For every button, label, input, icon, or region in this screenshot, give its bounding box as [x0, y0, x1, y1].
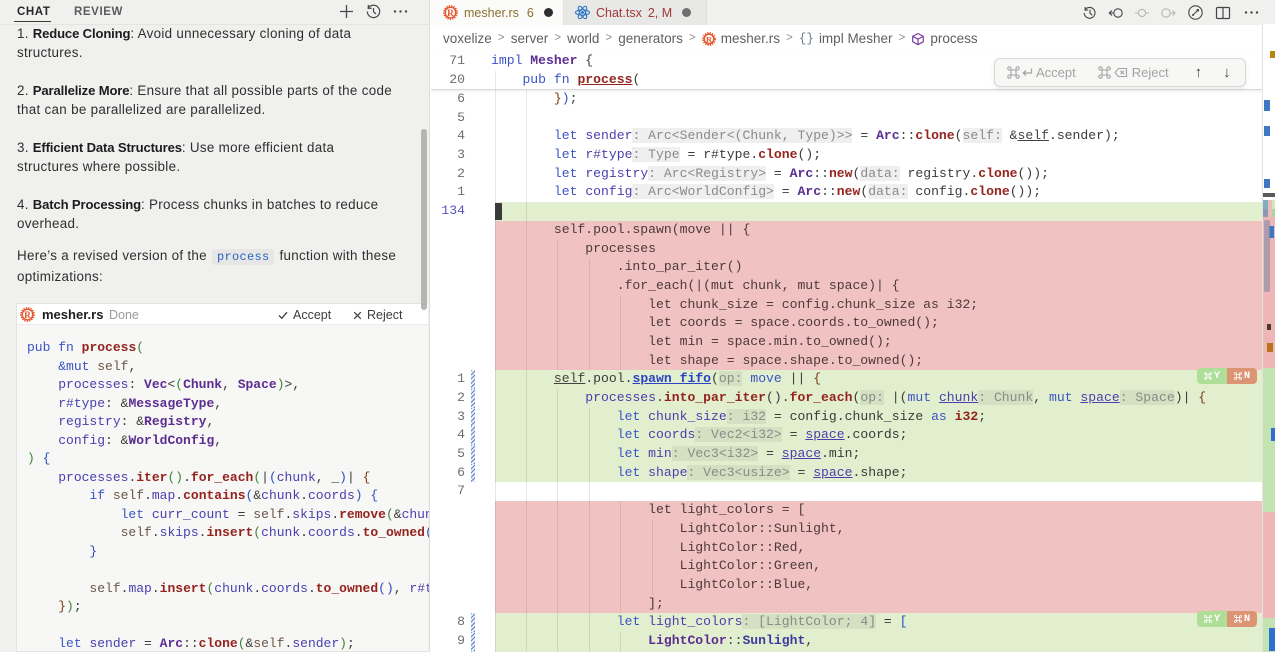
- svg-text:R: R: [706, 34, 713, 44]
- svg-text:R: R: [24, 311, 31, 321]
